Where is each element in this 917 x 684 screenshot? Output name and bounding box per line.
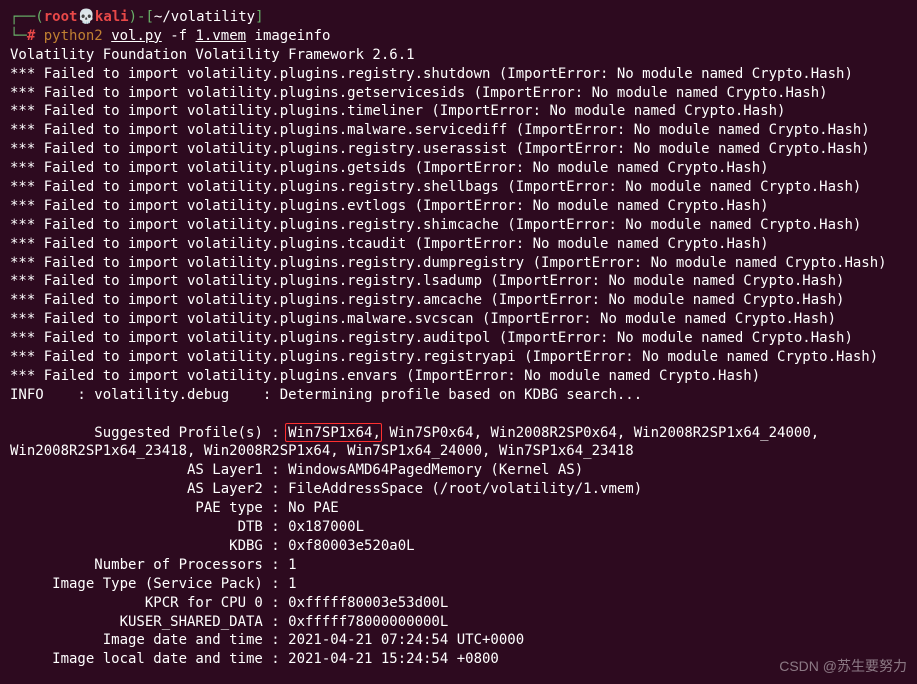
info-field: DTB : 0x187000L <box>10 518 907 537</box>
command-name: python2 <box>44 28 103 44</box>
info-field: Image date and time : 2021-04-21 07:24:5… <box>10 631 907 650</box>
arg-subcmd: imageinfo <box>255 28 331 44</box>
error-line: *** Failed to import volatility.plugins.… <box>10 65 907 84</box>
skull-icon: 💀 <box>77 9 94 25</box>
error-line: *** Failed to import volatility.plugins.… <box>10 197 907 216</box>
paren-close: ) <box>129 9 137 25</box>
info-field: KDBG : 0xf80003e520a0L <box>10 537 907 556</box>
watermark: CSDN @苏生要努力 <box>779 657 907 676</box>
output-header: Volatility Foundation Volatility Framewo… <box>10 46 907 65</box>
error-line: *** Failed to import volatility.plugins.… <box>10 178 907 197</box>
error-line: *** Failed to import volatility.plugins.… <box>10 140 907 159</box>
info-field: AS Layer1 : WindowsAMD64PagedMemory (Ker… <box>10 461 907 480</box>
profile-highlight: Win7SP1x64, <box>288 425 381 441</box>
profile-label: Suggested Profile(s) : <box>10 425 288 441</box>
error-line: *** Failed to import volatility.plugins.… <box>10 235 907 254</box>
info-field: KPCR for CPU 0 : 0xfffff80003e53d00L <box>10 594 907 613</box>
info-field: AS Layer2 : FileAddressSpace (/root/vola… <box>10 480 907 499</box>
paren-open: ( <box>35 9 43 25</box>
info-field: Number of Processors : 1 <box>10 556 907 575</box>
bracket-close: ] <box>255 9 263 25</box>
prompt-user: root <box>44 9 78 25</box>
prompt-line-1: ┌──(root💀kali)-[~/volatility] <box>10 8 907 27</box>
suggested-profiles: Suggested Profile(s) : Win7SP1x64, Win7S… <box>10 424 907 462</box>
prompt-cwd: ~/volatility <box>154 9 255 25</box>
error-line: *** Failed to import volatility.plugins.… <box>10 216 907 235</box>
error-line: *** Failed to import volatility.plugins.… <box>10 272 907 291</box>
prompt-hash: # <box>27 28 35 44</box>
blank-line <box>10 405 907 424</box>
arg-flag: -f <box>170 28 187 44</box>
prompt-elbow-icon: └─ <box>10 28 27 44</box>
error-line: *** Failed to import volatility.plugins.… <box>10 159 907 178</box>
error-line: *** Failed to import volatility.plugins.… <box>10 329 907 348</box>
error-line: *** Failed to import volatility.plugins.… <box>10 102 907 121</box>
error-line: *** Failed to import volatility.plugins.… <box>10 310 907 329</box>
arg-file: 1.vmem <box>196 28 247 44</box>
arg-script: vol.py <box>111 28 162 44</box>
info-line: INFO : volatility.debug : Determining pr… <box>10 386 907 405</box>
info-field: Image Type (Service Pack) : 1 <box>10 575 907 594</box>
prompt-corner-icon: ┌── <box>10 9 35 25</box>
info-field: Image local date and time : 2021-04-21 1… <box>10 650 907 669</box>
error-line: *** Failed to import volatility.plugins.… <box>10 254 907 273</box>
error-line: *** Failed to import volatility.plugins.… <box>10 367 907 386</box>
error-line: *** Failed to import volatility.plugins.… <box>10 348 907 367</box>
terminal-output: ┌──(root💀kali)-[~/volatility] └─# python… <box>10 8 907 669</box>
prompt-host: kali <box>95 9 129 25</box>
error-line: *** Failed to import volatility.plugins.… <box>10 84 907 103</box>
error-line: *** Failed to import volatility.plugins.… <box>10 291 907 310</box>
info-fields: AS Layer1 : WindowsAMD64PagedMemory (Ker… <box>10 461 907 669</box>
error-line: *** Failed to import volatility.plugins.… <box>10 121 907 140</box>
info-field: PAE type : No PAE <box>10 499 907 518</box>
bracket-open: [ <box>145 9 153 25</box>
info-field: KUSER_SHARED_DATA : 0xfffff78000000000L <box>10 613 907 632</box>
error-lines: *** Failed to import volatility.plugins.… <box>10 65 907 386</box>
prompt-line-2[interactable]: └─# python2 vol.py -f 1.vmem imageinfo <box>10 27 907 46</box>
